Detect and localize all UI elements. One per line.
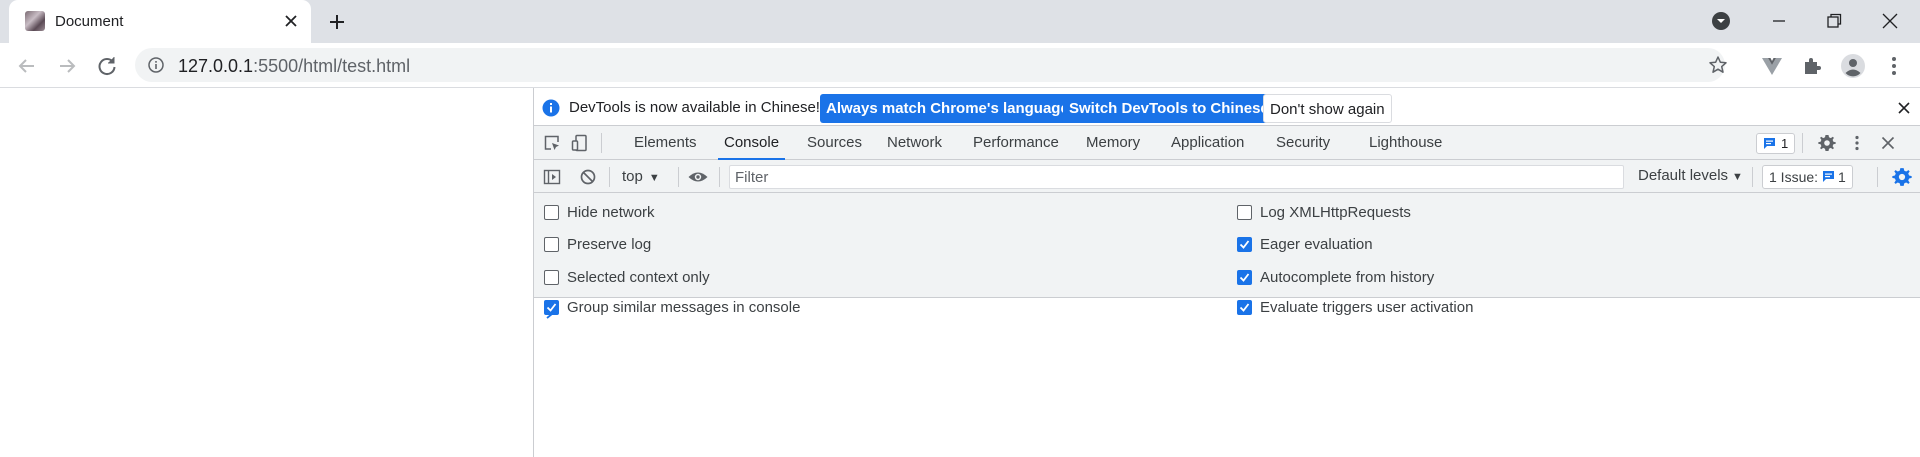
back-icon[interactable] [14,53,40,79]
language-infobar: DevTools is now available in Chinese! Al… [534,88,1920,126]
url-path: :5500/html/test.html [253,56,411,76]
vue-devtools-extension-icon[interactable] [1759,53,1785,79]
dropdown-arrow-icon: ▼ [648,172,660,184]
switch-to-chinese-button[interactable]: Switch DevTools to Chinese [1063,94,1275,123]
issues-link-button[interactable]: 1 Issue: 1 [1762,165,1853,189]
new-tab-icon[interactable] [325,10,349,34]
tab-elements[interactable]: Elements [634,126,697,160]
inspect-element-icon[interactable] [543,134,561,152]
checkbox[interactable] [544,270,559,285]
checkbox[interactable] [544,237,559,252]
toolbar-divider [601,133,602,153]
settings-gear-icon[interactable] [1818,134,1836,152]
tab-search-icon[interactable] [1710,10,1732,32]
message-icon [1822,170,1835,183]
filter-input[interactable] [729,165,1624,189]
message-icon [1763,137,1776,150]
browser-toolbar: 127.0.0.1:5500/html/test.html [0,43,1920,88]
option-label: Autocomplete from history [1260,269,1435,286]
toolbar-divider [1877,167,1878,187]
tab-security[interactable]: Security [1276,126,1330,160]
profile-avatar-icon[interactable] [1840,53,1866,79]
dont-show-again-button[interactable]: Don't show again [1263,94,1392,123]
address-bar[interactable]: 127.0.0.1:5500/html/test.html [135,48,1728,82]
console-toolbar: top▼ Default levels▼ 1 Issue:1 [534,160,1920,193]
page-favicon-image [25,11,45,31]
toolbar-divider [1802,133,1803,153]
close-window-icon[interactable] [1878,9,1902,33]
issues-counter-button[interactable]: 1 [1756,133,1796,154]
forward-icon[interactable] [54,53,80,79]
always-match-language-button[interactable]: Always match Chrome's language [820,94,1075,123]
option-label: Preserve log [567,236,652,253]
context-value: top [622,168,643,185]
option-label: Evaluate triggers user activation [1260,299,1474,316]
issues-count: 1 [1781,136,1789,151]
tab-sources[interactable]: Sources [807,126,862,160]
log-levels-dropdown[interactable]: Default levels ▼ [1638,167,1743,184]
close-infobar-icon[interactable] [1897,101,1911,115]
device-toolbar-icon[interactable] [571,134,589,152]
more-options-icon[interactable] [1848,134,1866,152]
tab-memory[interactable]: Memory [1086,126,1140,160]
tab-lighthouse[interactable]: Lighthouse [1369,126,1442,160]
levels-label: Default levels [1638,167,1729,184]
close-tab-icon[interactable] [281,11,301,31]
tab-network[interactable]: Network [887,126,942,160]
option-label: Eager evaluation [1260,236,1373,253]
checkbox[interactable] [1237,205,1252,220]
infobar-message: DevTools is now available in Chinese! [569,99,820,116]
checkbox-checked[interactable] [1237,300,1252,315]
restore-icon[interactable] [1822,9,1846,33]
issues-label: 1 Issue: [1769,169,1819,185]
site-info-icon[interactable] [148,57,164,73]
info-icon [542,99,560,117]
tab-title: Document [55,13,124,30]
reload-icon[interactable] [94,53,120,79]
tab-application[interactable]: Application [1171,126,1244,160]
toolbar-divider [719,167,720,187]
bookmark-star-icon[interactable] [1708,55,1728,75]
url-host: 127.0.0.1 [178,56,254,76]
toolbar-divider [1752,167,1753,187]
console-settings-gear-icon[interactable] [1892,167,1912,187]
context-selector[interactable]: top ▼ [622,168,660,185]
tab-performance[interactable]: Performance [973,126,1059,160]
console-prompt-chevron-icon[interactable] [544,308,556,320]
address-url[interactable]: 127.0.0.1:5500/html/test.html [178,56,410,77]
toolbar-divider [609,167,610,187]
issues-count: 1 [1838,169,1846,185]
live-expression-eye-icon[interactable] [687,168,709,186]
checkbox[interactable] [544,205,559,220]
show-sidebar-icon[interactable] [543,168,561,186]
option-label: Group similar messages in console [567,299,801,316]
tab-console[interactable]: Console [717,126,786,160]
tab-strip: Document [0,0,1920,43]
devtools-tab-bar: Elements Console Sources Network Perform… [534,126,1920,160]
option-label: Log XMLHttpRequests [1260,204,1411,221]
close-devtools-icon[interactable] [1879,134,1897,152]
browser-tab[interactable]: Document [9,0,311,43]
console-settings-panel: Hide network Preserve log Selected conte… [534,193,1920,316]
checkbox-checked[interactable] [1237,237,1252,252]
checkbox-checked[interactable] [1237,270,1252,285]
toolbar-divider [678,167,679,187]
chrome-menu-icon[interactable] [1881,53,1907,79]
extensions-puzzle-icon[interactable] [1799,53,1825,79]
minimize-icon[interactable] [1767,9,1791,33]
option-label: Selected context only [567,269,710,286]
dropdown-arrow-icon: ▼ [1732,171,1743,183]
devtools-panel: DevTools is now available in Chinese! Al… [533,88,1920,457]
option-label: Hide network [567,204,655,221]
clear-console-icon[interactable] [579,168,597,186]
